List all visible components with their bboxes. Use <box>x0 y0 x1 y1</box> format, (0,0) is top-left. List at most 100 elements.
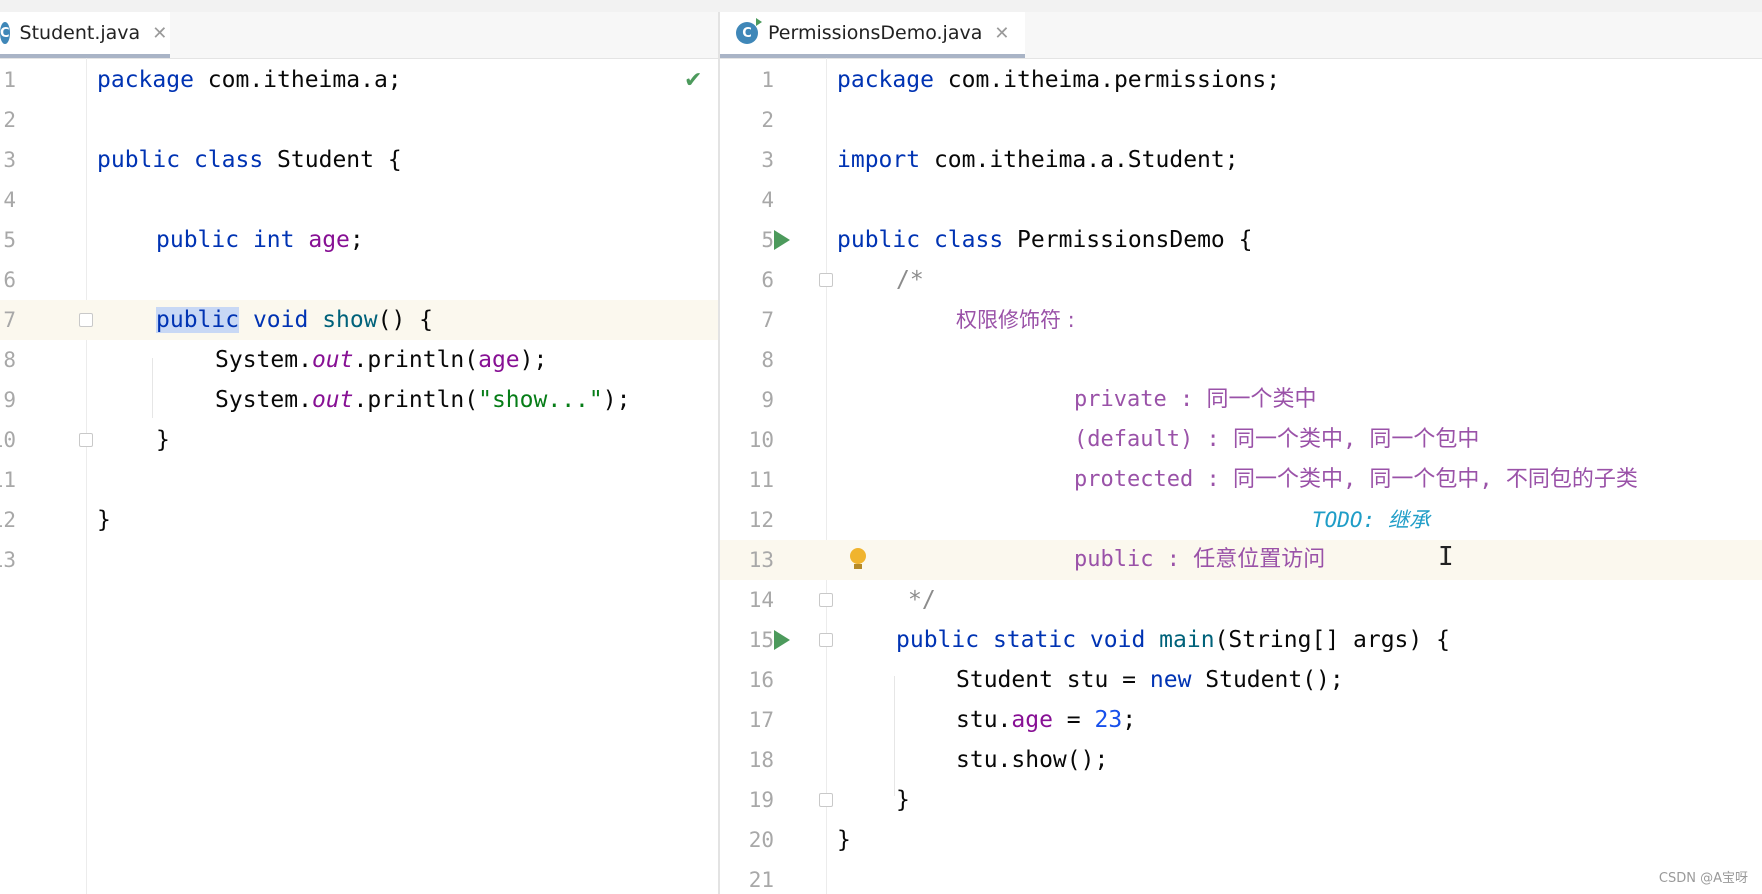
line-number: 15 <box>748 628 774 652</box>
line-number: 3 <box>3 148 16 172</box>
code-line[interactable]: 16 Student stu = new Student(); <box>720 660 1762 700</box>
line-number: 3 <box>761 148 774 172</box>
code-text: stu.show(); <box>956 747 1109 773</box>
code-line[interactable]: 10 (default) : 同一个类中, 同一个包中 <box>720 420 1762 460</box>
code-line-current[interactable]: 13 public : 任意位置访问 I <box>720 540 1762 580</box>
line-number: 17 <box>748 708 774 732</box>
line-number: 5 <box>761 228 774 252</box>
code-line[interactable]: 2 <box>720 100 1762 140</box>
line-number: 13 <box>748 548 774 572</box>
line-number: 1 <box>761 68 774 92</box>
code-text: stu.age = 23; <box>956 707 1137 733</box>
todo-text: TODO: 继承 <box>1312 508 1430 532</box>
code-line[interactable]: 3 public class Student { <box>0 140 718 180</box>
code-text: Student stu = new Student(); <box>956 667 1344 693</box>
line-number: 9 <box>3 388 16 412</box>
code-line[interactable]: 9 System.out.println("show..."); <box>0 380 718 420</box>
line-number: 8 <box>3 348 16 372</box>
lightbulb-icon[interactable] <box>850 548 866 570</box>
code-line-current[interactable]: 7 public void show() { <box>0 300 718 340</box>
text-cursor-icon: I <box>1438 542 1454 572</box>
line-number: 6 <box>761 268 774 292</box>
code-line[interactable]: 14 */ <box>720 580 1762 620</box>
run-icon[interactable] <box>774 630 790 650</box>
line-number: 10 <box>0 428 16 452</box>
tab-student-java[interactable]: C Student.java ✕ <box>0 12 170 58</box>
line-number: 7 <box>3 308 16 332</box>
close-icon[interactable]: ✕ <box>152 23 167 44</box>
line-number: 21 <box>748 868 774 892</box>
code-text: System.out.println(age); <box>215 347 548 373</box>
code-line[interactable]: 5 public int age; <box>0 220 718 260</box>
line-number: 7 <box>761 308 774 332</box>
code-line[interactable]: 8 <box>720 340 1762 380</box>
code-line[interactable]: 10 } <box>0 420 718 460</box>
editor-pane-student[interactable]: C Student.java ✕ ✔ 1 package com.itheima… <box>0 12 718 894</box>
comment-text: public : 任意位置访问 <box>1074 547 1326 572</box>
code-line[interactable]: 1 package com.itheima.permissions; <box>720 60 1762 100</box>
code-line[interactable]: 20 } <box>720 820 1762 860</box>
comment-text: (default) : 同一个类中, 同一个包中 <box>1074 427 1480 452</box>
code-line[interactable]: 12 TODO: 继承 <box>720 500 1762 540</box>
code-line[interactable]: 7 权限修饰符 : <box>720 300 1762 340</box>
line-number: 2 <box>761 108 774 132</box>
code-text: } <box>837 827 851 853</box>
code-text: package com.itheima.permissions; <box>837 67 1281 93</box>
code-text: public int age; <box>156 227 364 253</box>
fold-marker-icon[interactable] <box>819 633 833 647</box>
tab-label: Student.java <box>19 22 141 44</box>
code-text: } <box>156 427 170 453</box>
code-line[interactable]: 21 <box>720 860 1762 894</box>
code-line[interactable]: 5 public class PermissionsDemo { <box>720 220 1762 260</box>
code-line[interactable]: 9 private : 同一个类中 <box>720 380 1762 420</box>
code-line[interactable]: 18 stu.show(); <box>720 740 1762 780</box>
code-line[interactable]: 12 } <box>0 500 718 540</box>
code-line[interactable]: 17 stu.age = 23; <box>720 700 1762 740</box>
comment-text: 权限修饰符 : <box>956 308 1075 332</box>
code-line[interactable]: 15 public static void main(String[] args… <box>720 620 1762 660</box>
java-runnable-class-icon: C <box>736 18 762 44</box>
code-text: import com.itheima.a.Student; <box>837 147 1239 173</box>
fold-marker-icon[interactable] <box>79 313 93 327</box>
code-line[interactable]: 2 <box>0 100 718 140</box>
fold-end-marker-icon[interactable] <box>79 433 93 447</box>
code-line[interactable]: 6 <box>0 260 718 300</box>
fold-end-marker-icon[interactable] <box>819 793 833 807</box>
code-line[interactable]: 6 /* <box>720 260 1762 300</box>
line-number: 16 <box>748 668 774 692</box>
editor-pane-permissions-demo[interactable]: C PermissionsDemo.java ✕ 1 package com.i… <box>720 12 1762 894</box>
selected-text: public <box>156 307 240 333</box>
code-line[interactable]: 3 import com.itheima.a.Student; <box>720 140 1762 180</box>
run-icon[interactable] <box>774 230 790 250</box>
code-line[interactable]: 13 <box>0 540 718 580</box>
line-number: 6 <box>3 268 16 292</box>
code-text: package com.itheima.a; <box>97 67 402 93</box>
comment-text: protected : 同一个类中, 同一个包中, 不同包的子类 <box>1074 467 1638 492</box>
code-line[interactable]: 4 <box>0 180 718 220</box>
code-text: public class Student { <box>97 147 402 173</box>
line-number: 10 <box>748 428 774 452</box>
code-line[interactable]: 19 } <box>720 780 1762 820</box>
comment-text: */ <box>908 587 936 613</box>
line-number: 9 <box>761 388 774 412</box>
code-line[interactable]: 11 <box>0 460 718 500</box>
code-line[interactable]: 11 protected : 同一个类中, 同一个包中, 不同包的子类 <box>720 460 1762 500</box>
line-number: 12 <box>0 508 16 532</box>
code-text: } <box>97 507 111 533</box>
code-text: public class PermissionsDemo { <box>837 227 1253 253</box>
tab-bar-right: C PermissionsDemo.java ✕ <box>720 12 1762 59</box>
line-number: 11 <box>748 468 774 492</box>
fold-marker-icon[interactable] <box>819 273 833 287</box>
line-number: 4 <box>3 188 16 212</box>
fold-end-marker-icon[interactable] <box>819 593 833 607</box>
code-line[interactable]: 1 package com.itheima.a; <box>0 60 718 100</box>
code-line[interactable]: 8 System.out.println(age); <box>0 340 718 380</box>
code-text: public void show() { <box>156 307 433 333</box>
line-number: 13 <box>0 548 16 572</box>
tab-permissions-demo-java[interactable]: C PermissionsDemo.java ✕ <box>720 12 1025 58</box>
tab-label: PermissionsDemo.java <box>768 22 983 44</box>
code-text: } <box>896 787 910 813</box>
code-line[interactable]: 4 <box>720 180 1762 220</box>
line-number: 11 <box>0 468 16 492</box>
close-icon[interactable]: ✕ <box>994 23 1009 44</box>
